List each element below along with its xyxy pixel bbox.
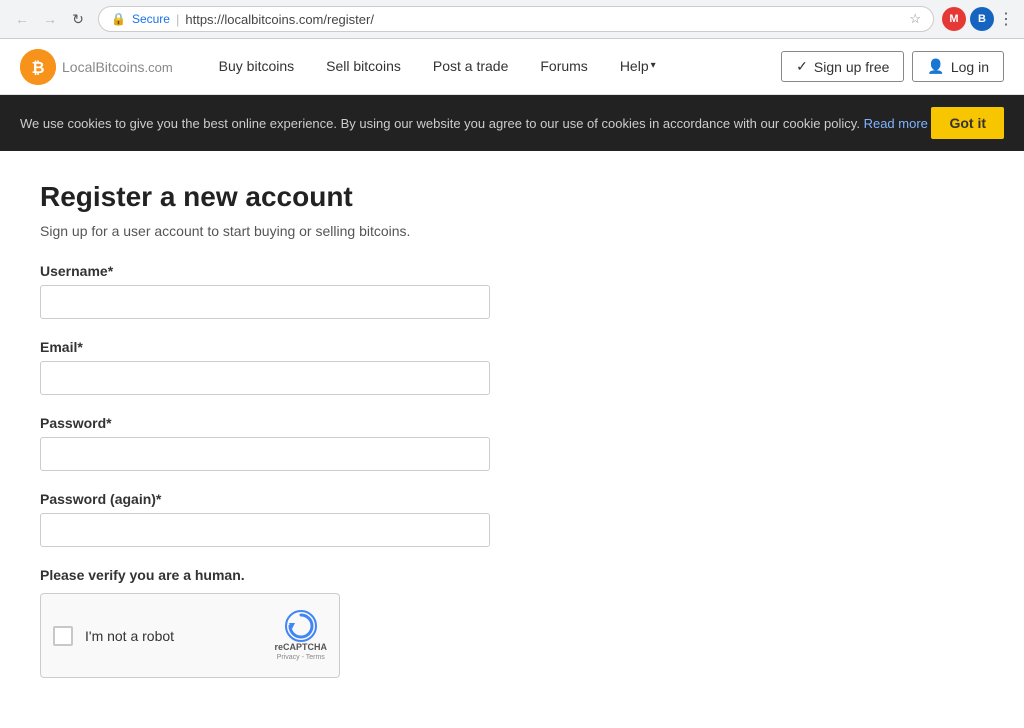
- nav-sell-bitcoins[interactable]: Sell bitcoins: [310, 39, 417, 95]
- password-confirm-label: Password (again)*: [40, 491, 660, 507]
- refresh-button[interactable]: ↻: [66, 7, 90, 31]
- main-content: Register a new account Sign up for a use…: [0, 151, 700, 728]
- forward-button[interactable]: →: [38, 7, 62, 31]
- extension-b[interactable]: B: [970, 7, 994, 31]
- password-group: Password*: [40, 415, 660, 471]
- captcha-logo: reCAPTCHA Privacy - Terms: [274, 610, 327, 661]
- url-separator: |: [176, 12, 179, 27]
- signup-button[interactable]: ✓ Sign up free: [781, 51, 904, 82]
- registration-form: Username* Email* Password* Password (aga…: [40, 263, 660, 678]
- secure-label: Secure: [132, 12, 170, 26]
- address-bar[interactable]: 🔒 Secure | https://localbitcoins.com/reg…: [98, 6, 934, 32]
- browser-extensions: M B ⋮: [942, 7, 1014, 31]
- password-label: Password*: [40, 415, 660, 431]
- password-confirm-input[interactable]: [40, 513, 490, 547]
- page-subtitle: Sign up for a user account to start buyi…: [40, 223, 660, 239]
- username-input[interactable]: [40, 285, 490, 319]
- user-icon: 👤: [927, 58, 944, 75]
- logo-icon: ₿: [20, 49, 56, 85]
- password-confirm-group: Password (again)*: [40, 491, 660, 547]
- nav-forums[interactable]: Forums: [524, 39, 603, 95]
- username-label: Username*: [40, 263, 660, 279]
- cookie-text: We use cookies to give you the best onli…: [20, 116, 931, 131]
- read-more-link[interactable]: Read more: [864, 116, 928, 131]
- got-it-button[interactable]: Got it: [931, 107, 1004, 139]
- page-title: Register a new account: [40, 181, 660, 213]
- cookie-banner: We use cookies to give you the best onli…: [0, 95, 1024, 151]
- login-button[interactable]: 👤 Log in: [912, 51, 1004, 82]
- email-input[interactable]: [40, 361, 490, 395]
- captcha-group: Please verify you are a human. I'm not a…: [40, 567, 660, 678]
- captcha-section-label: Please verify you are a human.: [40, 567, 660, 583]
- nav-links: Buy bitcoins Sell bitcoins Post a trade …: [203, 39, 782, 95]
- captcha-checkbox-label: I'm not a robot: [85, 628, 174, 644]
- site-logo[interactable]: ₿ LocalBitcoins.com: [20, 49, 173, 85]
- menu-dots[interactable]: ⋮: [998, 9, 1014, 29]
- username-group: Username*: [40, 263, 660, 319]
- captcha-checkbox[interactable]: [53, 626, 73, 646]
- nav-right: ✓ Sign up free 👤 Log in: [781, 51, 1004, 82]
- captcha-left: I'm not a robot: [53, 626, 174, 646]
- email-label: Email*: [40, 339, 660, 355]
- signup-check-icon: ✓: [796, 58, 808, 75]
- nav-buttons: ← → ↻: [10, 7, 90, 31]
- back-button[interactable]: ←: [10, 7, 34, 31]
- browser-chrome: ← → ↻ 🔒 Secure | https://localbitcoins.c…: [0, 0, 1024, 39]
- bookmark-icon[interactable]: ☆: [909, 11, 921, 27]
- nav-buy-bitcoins[interactable]: Buy bitcoins: [203, 39, 310, 95]
- url-text: https://localbitcoins.com/register/: [185, 12, 374, 27]
- captcha-box: I'm not a robot reCAPTCHA Privacy - Term…: [40, 593, 340, 678]
- svg-text:₿: ₿: [31, 59, 44, 77]
- recaptcha-icon: [285, 610, 317, 642]
- nav-help[interactable]: Help: [604, 39, 672, 95]
- lock-icon: 🔒: [111, 12, 126, 26]
- nav-post-trade[interactable]: Post a trade: [417, 39, 525, 95]
- password-input[interactable]: [40, 437, 490, 471]
- logo-name: LocalBitcoins.com: [62, 55, 173, 78]
- email-group: Email*: [40, 339, 660, 395]
- site-navbar: ₿ LocalBitcoins.com Buy bitcoins Sell bi…: [0, 39, 1024, 95]
- extension-m[interactable]: M: [942, 7, 966, 31]
- browser-toolbar: ← → ↻ 🔒 Secure | https://localbitcoins.c…: [0, 0, 1024, 38]
